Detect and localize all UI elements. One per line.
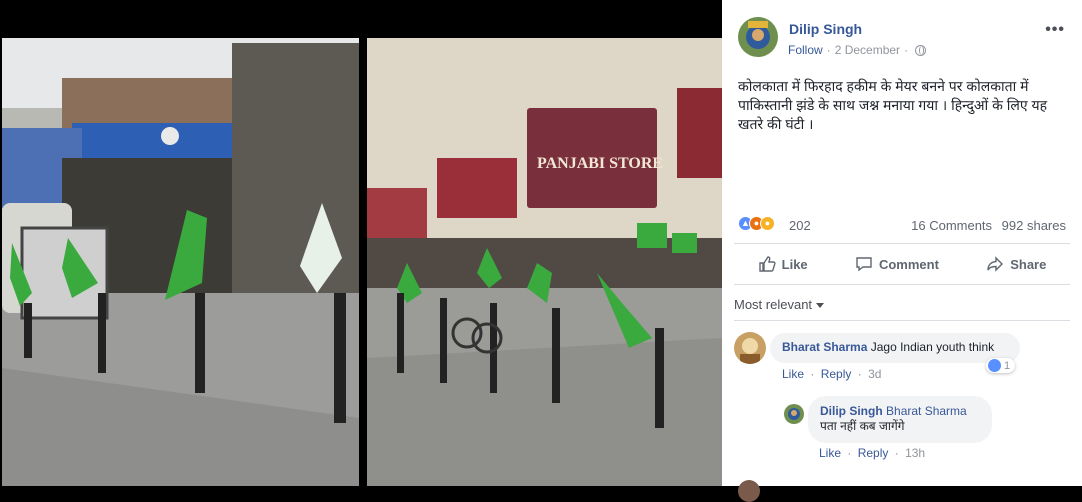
- comment-bubble: Bharat Sharma Jago Indian youth think: [770, 333, 1020, 363]
- reply-bubble: Dilip Singh Bharat Sharma पता नहीं कब जा…: [808, 396, 992, 443]
- divider: [734, 243, 1070, 244]
- globe-icon: [915, 44, 927, 56]
- post-meta: Follow · 2 December ·: [788, 43, 927, 57]
- post-text: कोलकाता में फिरहाद हकीम के मेयर बनने पर …: [738, 78, 1048, 132]
- reply-time[interactable]: 13h: [905, 446, 925, 460]
- comment-author[interactable]: Bharat Sharma: [782, 340, 867, 354]
- store-sign-text: PANJABI STORE: [537, 155, 663, 172]
- caret-down-icon: [816, 303, 825, 309]
- meta-separator: ·: [826, 43, 831, 57]
- divider: [734, 284, 1070, 285]
- comment-bubble-icon: [856, 257, 872, 272]
- post-sidebar: Dilip Singh Follow · 2 December · ••• को…: [722, 0, 1082, 502]
- sad-reaction-icon: ●: [760, 216, 775, 231]
- share-label: Share: [1010, 256, 1047, 272]
- link-separator: ·: [810, 367, 815, 381]
- reply-like-link[interactable]: Like: [819, 446, 841, 460]
- follow-link[interactable]: Follow: [788, 43, 823, 57]
- reaction-count[interactable]: 202: [789, 218, 811, 233]
- more-options-button[interactable]: •••: [1045, 21, 1065, 39]
- post-stats: ▲ ● ● 202 16 Comments 992 shares: [738, 215, 1066, 233]
- comment-reaction-badge[interactable]: 1: [986, 358, 1016, 373]
- shares-count[interactable]: 992 shares: [1002, 218, 1066, 233]
- comment-like-link[interactable]: Like: [782, 367, 804, 381]
- commenter-avatar-image: [734, 332, 766, 364]
- author-avatar[interactable]: [738, 17, 778, 57]
- author-avatar-image: [738, 17, 778, 57]
- share-arrow-icon: [987, 256, 1004, 272]
- comment-label: Comment: [878, 256, 939, 272]
- comments-count[interactable]: 16 Comments: [911, 218, 992, 233]
- like-reaction-icon: [988, 359, 1001, 372]
- engagement-counts: 16 Comments 992 shares: [905, 218, 1066, 233]
- photo-left-street-flags[interactable]: [2, 38, 359, 486]
- photo-right-image: PANJABI STORE: [367, 38, 722, 486]
- comment-sort-dropdown[interactable]: Most relevant: [734, 297, 825, 312]
- link-separator: ·: [847, 446, 852, 460]
- sort-label: Most relevant: [734, 297, 813, 312]
- author-name[interactable]: Dilip Singh: [789, 21, 862, 37]
- reply-avatar[interactable]: [784, 404, 804, 424]
- post-actions: Like Comment Share: [734, 248, 1070, 280]
- reply-reply-link[interactable]: Reply: [858, 446, 889, 460]
- comment-button[interactable]: Comment: [855, 255, 939, 273]
- photo-viewer: PANJABI STORE: [0, 0, 722, 486]
- like-label: Like: [781, 256, 808, 272]
- photo-left-image: [2, 38, 359, 486]
- comment-text: Jago Indian youth think: [870, 340, 995, 354]
- divider: [734, 320, 1070, 321]
- link-separator: ·: [894, 446, 899, 460]
- reply-actions: Like · Reply · 13h: [819, 446, 928, 460]
- comment-actions: Like · Reply · 3d: [782, 367, 884, 381]
- comment-time[interactable]: 3d: [868, 367, 881, 381]
- reply-avatar-image: [784, 404, 804, 424]
- comment-reaction-count: 1: [1004, 359, 1011, 372]
- comment-reply-link[interactable]: Reply: [821, 367, 852, 381]
- photo-right-store-flags[interactable]: PANJABI STORE: [367, 38, 722, 486]
- commenter-avatar[interactable]: [734, 332, 766, 364]
- thumbs-up-icon: [758, 256, 776, 272]
- reply-mention[interactable]: Bharat Sharma: [886, 404, 967, 418]
- share-button[interactable]: Share: [986, 255, 1046, 273]
- reaction-icons[interactable]: ▲ ● ●: [738, 216, 775, 231]
- link-separator: ·: [857, 367, 862, 381]
- post-date[interactable]: 2 December: [835, 43, 900, 57]
- reply-author[interactable]: Dilip Singh: [820, 404, 883, 418]
- meta-separator-2: ·: [904, 43, 909, 57]
- like-button[interactable]: Like: [758, 255, 808, 273]
- reply-text: पता नहीं कब जागेंगे: [820, 419, 905, 433]
- next-commenter-avatar[interactable]: [738, 480, 760, 502]
